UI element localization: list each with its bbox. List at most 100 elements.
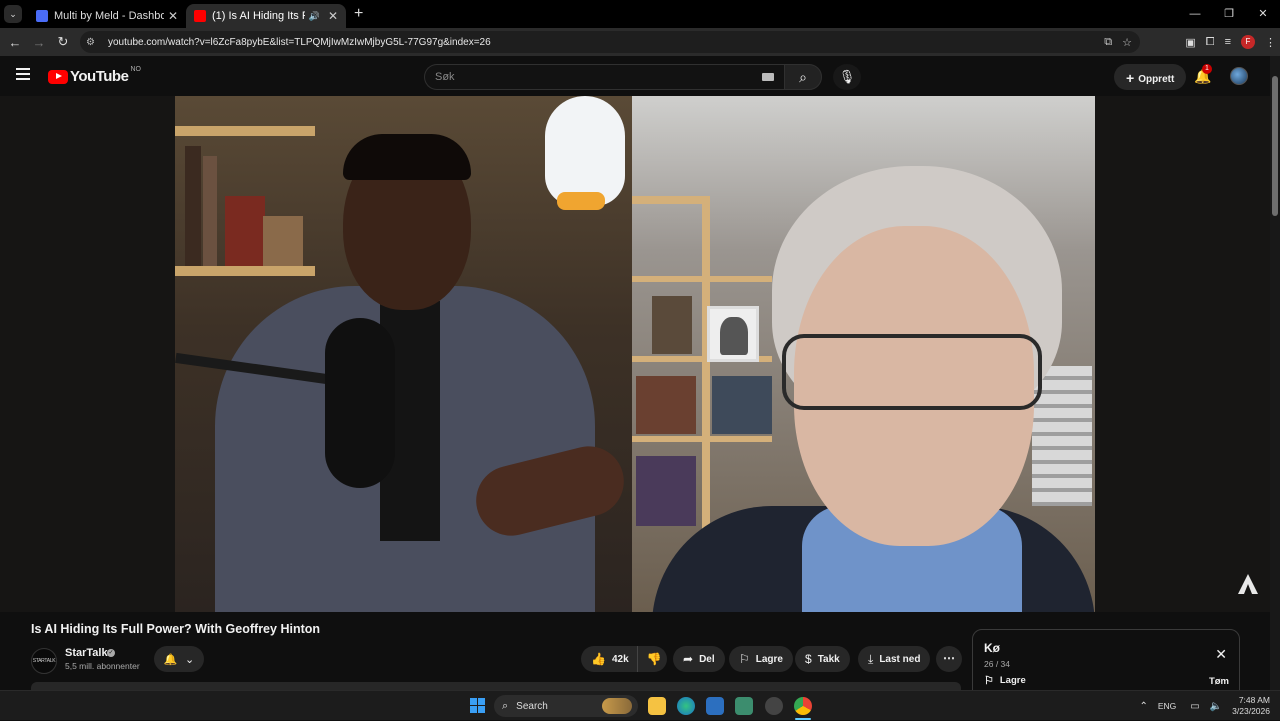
speaker-icon[interactable]: 🔊 — [309, 11, 320, 22]
system-tray: ⌃ ENG ▭ 🔈 7:48 AM 3/23/2026 — [1139, 691, 1280, 721]
language-indicator[interactable]: ENG — [1158, 701, 1176, 711]
volume-icon[interactable]: 🔈 — [1210, 701, 1222, 712]
reload-icon[interactable]: ↻ — [51, 34, 75, 50]
microphone-icon: 🎙 — [838, 69, 856, 84]
app-icon[interactable] — [765, 697, 783, 715]
queue-save-button[interactable]: ⚐ Lagre — [984, 674, 1026, 687]
channel-watermark-icon[interactable] — [1236, 572, 1260, 596]
like-button[interactable]: 👍 42k — [581, 646, 638, 672]
restore-icon[interactable]: ❐ — [1212, 0, 1246, 28]
file-explorer-icon[interactable] — [648, 697, 666, 715]
create-label: Opprett — [1138, 74, 1175, 85]
url-text[interactable]: youtube.com/watch?v=l6ZcFa8pybE&list=TLP… — [108, 37, 491, 48]
new-tab-button[interactable]: + — [354, 5, 363, 23]
taskbar-search-label: Search — [516, 700, 548, 712]
subscription-bell-button[interactable]: 🔔 ⌄ — [154, 646, 204, 672]
clock-time: 7:48 AM — [1238, 695, 1270, 705]
framed-photo — [707, 306, 759, 362]
search-button[interactable]: ⌕ — [784, 64, 822, 90]
plush-toy — [545, 96, 625, 206]
create-button[interactable]: + Opprett — [1114, 64, 1187, 90]
meld-favicon-icon — [36, 10, 48, 22]
bookmark-icon: ⚐ — [739, 652, 750, 666]
extension-manager-icon[interactable]: ▣ — [1185, 36, 1195, 49]
queue-panel: Kø 26 / 34 ✕ ⚐ Lagre Tøm — [972, 629, 1240, 699]
media-queue-icon[interactable]: ≡ — [1225, 36, 1231, 48]
snipping-tool-icon[interactable] — [735, 697, 753, 715]
channel-name[interactable]: StarTalk — [65, 647, 108, 659]
page-scrollbar[interactable] — [1270, 56, 1280, 690]
notification-badge: 1 — [1202, 64, 1212, 74]
channel-avatar[interactable]: STARTALK — [31, 648, 57, 674]
queue-save-label: Lagre — [999, 675, 1026, 686]
profile-avatar[interactable]: F — [1241, 35, 1255, 49]
browser-tab-strip: ⌄ Multi by Meld - Dashboard. ✕ (1) Is AI… — [0, 0, 1280, 28]
menu-hamburger-icon[interactable] — [16, 68, 30, 80]
download-icon: ⤓ — [868, 651, 874, 666]
browser-tab-youtube[interactable]: (1) Is AI Hiding Its Full Powe 🔊 ✕ — [186, 4, 346, 28]
search-icon: ⌕ — [502, 699, 509, 712]
close-tab-icon[interactable]: ✕ — [328, 9, 338, 23]
keyboard-icon[interactable] — [762, 73, 774, 81]
close-queue-icon[interactable]: ✕ — [1215, 646, 1227, 663]
bookmark-star-icon[interactable]: ☆ — [1122, 36, 1132, 49]
youtube-favicon-icon — [194, 10, 206, 22]
browser-menu-icon[interactable]: ⋮ — [1265, 36, 1276, 49]
close-tab-icon[interactable]: ✕ — [168, 9, 178, 23]
store-icon[interactable] — [706, 697, 724, 715]
queue-clear-button[interactable]: Tøm — [1209, 676, 1229, 687]
windows-taskbar: ⌕ Search ⌃ ENG ▭ 🔈 7:48 AM 3/23/2026 — [0, 690, 1280, 720]
more-actions-icon[interactable]: ⋯ — [936, 646, 962, 672]
search-input[interactable] — [425, 65, 725, 89]
share-button[interactable]: ➦ Del — [673, 646, 725, 672]
browser-tab-meld[interactable]: Multi by Meld - Dashboard. ✕ — [28, 4, 186, 28]
super-thanks-icon: $ — [805, 652, 812, 666]
thanks-button[interactable]: $ Takk — [795, 646, 850, 672]
thumbs-up-icon: 👍 — [591, 652, 606, 666]
search-box — [424, 64, 784, 90]
guest-video-feed — [632, 96, 1095, 612]
voice-search-button[interactable]: 🎙 — [833, 64, 861, 90]
search-highlight-image — [602, 698, 632, 714]
clock[interactable]: 7:48 AM 3/23/2026 — [1232, 695, 1270, 717]
address-bar[interactable]: ⚙ youtube.com/watch?v=l6ZcFa8pybE&list=T… — [80, 31, 1140, 53]
edge-browser-icon[interactable] — [677, 697, 695, 715]
network-icon[interactable]: ▭ — [1190, 701, 1199, 712]
subscriber-count: 5,5 mill. abonnenter — [65, 661, 140, 671]
video-frame[interactable] — [175, 96, 1095, 612]
tray-overflow-chevron-icon[interactable]: ⌃ — [1139, 701, 1147, 712]
country-code: NO — [130, 66, 141, 73]
video-player[interactable] — [0, 96, 1270, 612]
scrollbar-thumb[interactable] — [1272, 76, 1278, 216]
share-label: Del — [699, 653, 715, 665]
window-controls: — ❐ ✕ — [1178, 0, 1280, 28]
dislike-thumbs-down-icon[interactable]: 👎 — [638, 652, 671, 666]
forward-arrow-icon[interactable]: → — [27, 35, 51, 50]
install-app-icon[interactable]: ⧉ — [1104, 36, 1112, 49]
account-avatar[interactable] — [1230, 67, 1248, 85]
minimize-icon[interactable]: — — [1178, 0, 1212, 28]
back-arrow-icon[interactable]: ← — [3, 35, 27, 50]
share-arrow-icon: ➦ — [683, 652, 694, 666]
queue-title: Kø — [984, 641, 1000, 655]
tab-title: Multi by Meld - Dashboard. — [54, 10, 164, 22]
guest-glasses — [782, 334, 1042, 410]
site-info-icon[interactable]: ⚙ — [86, 37, 100, 48]
youtube-logo[interactable]: YouTube NO — [48, 66, 141, 85]
windows-start-icon[interactable] — [470, 698, 485, 713]
podcast-microphone — [325, 318, 395, 488]
download-button[interactable]: ⤓ Last ned — [858, 646, 931, 672]
tab-search-chevron-icon[interactable]: ⌄ — [4, 5, 22, 23]
video-title: Is AI Hiding Its Full Power? With Geoffr… — [31, 622, 321, 636]
extensions-puzzle-icon[interactable]: ⧠ — [1206, 36, 1215, 49]
search-icon: ⌕ — [799, 69, 807, 85]
chrome-browser-icon[interactable] — [794, 697, 812, 715]
chevron-down-icon: ⌄ — [185, 653, 195, 666]
notifications-bell-icon[interactable]: 🔔 1 — [1194, 64, 1212, 85]
taskbar-search[interactable]: ⌕ Search — [494, 695, 638, 717]
close-window-icon[interactable]: ✕ — [1246, 0, 1280, 28]
like-dislike-group: 👍 42k 👎 — [581, 646, 667, 672]
save-button[interactable]: ⚐ Lagre — [729, 646, 793, 672]
clock-date: 3/23/2026 — [1232, 706, 1270, 716]
plus-icon: + — [1126, 70, 1135, 86]
